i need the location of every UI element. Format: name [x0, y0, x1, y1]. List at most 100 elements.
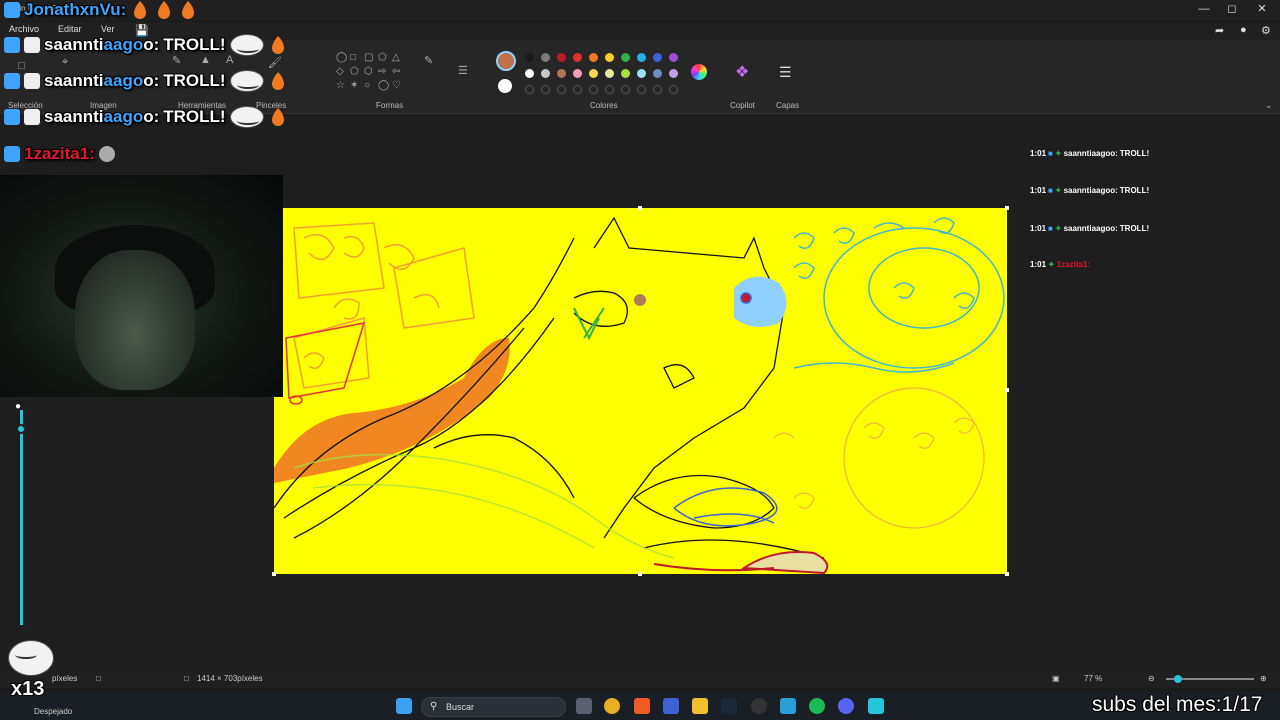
- shape-star-icon[interactable]: ☆: [336, 80, 345, 91]
- color-swatch[interactable]: [525, 53, 534, 62]
- resize-handle-r[interactable]: [1005, 388, 1009, 392]
- shape-triangle-icon[interactable]: △: [392, 52, 400, 63]
- chat-line: 1zazita1:: [4, 144, 115, 164]
- color-swatch[interactable]: [557, 53, 566, 62]
- empty-swatch[interactable]: [621, 85, 630, 94]
- windows-start-icon[interactable]: [396, 698, 412, 714]
- empty-swatch[interactable]: [605, 85, 614, 94]
- sub-badge-icon: [24, 109, 40, 125]
- share-icon[interactable]: ➦: [1215, 24, 1224, 37]
- empty-swatch[interactable]: [525, 85, 534, 94]
- taskbar-search[interactable]: ⚲ Buscar: [421, 697, 566, 717]
- empty-swatch[interactable]: [589, 85, 598, 94]
- copilot-icon[interactable]: ❖: [735, 62, 749, 82]
- zoom-out-icon[interactable]: ⊖: [1148, 674, 1155, 683]
- spotify-icon[interactable]: [809, 698, 825, 714]
- brave-icon[interactable]: [634, 698, 650, 714]
- brush-icon[interactable]: 🖌: [268, 56, 282, 69]
- empty-swatch[interactable]: [637, 85, 646, 94]
- shape-oval-icon[interactable]: ◯: [336, 52, 347, 63]
- app-icon[interactable]: [780, 698, 796, 714]
- chrome-icon[interactable]: [604, 698, 620, 714]
- shape-roundrect-icon[interactable]: ▢: [364, 52, 373, 63]
- secondary-color[interactable]: [498, 79, 512, 93]
- stroke-size-icon[interactable]: ☰: [458, 64, 468, 77]
- empty-swatch[interactable]: [541, 85, 550, 94]
- color-swatch[interactable]: [573, 69, 582, 78]
- sword-badge-icon: [4, 146, 20, 162]
- color-swatch[interactable]: [589, 69, 598, 78]
- side-chat-line: 1:01 ■ ✦ saanntiaagoo: TROLL!: [1030, 149, 1150, 158]
- empty-swatch[interactable]: [573, 85, 582, 94]
- crop-icon[interactable]: ⌖: [62, 56, 68, 69]
- fire-icon: [271, 72, 284, 90]
- resize-handle-t[interactable]: [638, 206, 642, 210]
- side-chat-panel: 1:01 ■ ✦ saanntiaagoo: TROLL! 1:01 ■ ✦ saannt…: [1027, 148, 1219, 276]
- chat-message: TROLL!: [163, 107, 226, 126]
- obs-icon[interactable]: [751, 698, 767, 714]
- status-bar: píxeles □ □ 1414 × 703píxeles ▣ 77 % ⊖ ⊕: [0, 670, 1280, 688]
- shape-diamond-icon[interactable]: ◇: [336, 66, 344, 77]
- empty-swatch[interactable]: [557, 85, 566, 94]
- shape-star6-icon[interactable]: ✶: [350, 80, 358, 91]
- shape-hexagon-icon[interactable]: ⬡: [364, 66, 373, 77]
- color-swatch[interactable]: [557, 69, 566, 78]
- color-swatch[interactable]: [605, 69, 614, 78]
- maximize-button[interactable]: ◻: [1222, 2, 1242, 16]
- color-swatch[interactable]: [653, 69, 662, 78]
- chevron-down-icon[interactable]: ⌄: [1265, 100, 1273, 111]
- shape-bubble-icon[interactable]: ◯: [378, 80, 389, 91]
- color-swatch[interactable]: [525, 69, 534, 78]
- shape-pentagon-icon[interactable]: ⬠: [350, 66, 359, 77]
- fire-icon: [134, 1, 147, 19]
- empty-swatch[interactable]: [653, 85, 662, 94]
- color-swatch[interactable]: [637, 53, 646, 62]
- zoom-slider-knob[interactable]: [1174, 675, 1182, 683]
- steam-icon[interactable]: [721, 698, 737, 714]
- color-swatch[interactable]: [541, 69, 550, 78]
- zoom-level[interactable]: 77 %: [1084, 674, 1102, 683]
- empty-swatch[interactable]: [669, 85, 678, 94]
- menu-archivo[interactable]: Archivo: [9, 24, 39, 34]
- store-icon[interactable]: [663, 698, 679, 714]
- file-explorer-icon[interactable]: [692, 698, 708, 714]
- edit-colors-icon[interactable]: [691, 64, 707, 80]
- outline-icon[interactable]: ✎: [424, 54, 433, 67]
- shape-callout-icon[interactable]: ○: [364, 80, 370, 91]
- discord-icon[interactable]: [838, 698, 854, 714]
- color-swatch[interactable]: [669, 69, 678, 78]
- close-button[interactable]: ✕: [1252, 2, 1272, 16]
- shape-rect-icon[interactable]: □: [350, 52, 356, 63]
- color-swatch[interactable]: [541, 53, 550, 62]
- account-icon[interactable]: ●: [1240, 24, 1247, 36]
- brush-size-slider[interactable]: [20, 410, 23, 625]
- drawing-canvas[interactable]: [274, 208, 1007, 574]
- resize-handle-bl[interactable]: [272, 572, 276, 576]
- fit-screen-icon[interactable]: ▣: [1052, 674, 1060, 683]
- color-swatch[interactable]: [621, 69, 630, 78]
- shape-poly-icon[interactable]: ⬠: [378, 52, 387, 63]
- task-view-icon[interactable]: [576, 698, 592, 714]
- color-swatch[interactable]: [669, 53, 678, 62]
- settings-gear-icon[interactable]: ⚙: [1261, 24, 1271, 37]
- resize-handle-br[interactable]: [1005, 572, 1009, 576]
- resize-handle-tr[interactable]: [1005, 206, 1009, 210]
- menu-ver[interactable]: Ver: [101, 24, 115, 34]
- color-swatch[interactable]: [637, 69, 646, 78]
- color-swatch[interactable]: [605, 53, 614, 62]
- primary-color[interactable]: [496, 51, 516, 71]
- minimize-button[interactable]: —: [1194, 2, 1214, 16]
- color-swatch[interactable]: [573, 53, 582, 62]
- color-swatch[interactable]: [653, 53, 662, 62]
- shape-arrow-left-icon[interactable]: ⇦: [392, 66, 400, 77]
- shape-arrow-right-icon[interactable]: ⇨: [378, 66, 386, 77]
- color-swatch[interactable]: [589, 53, 598, 62]
- zoom-in-icon[interactable]: ⊕: [1260, 674, 1267, 683]
- paint-icon[interactable]: [868, 698, 884, 714]
- shape-heart-icon[interactable]: ♡: [392, 80, 401, 91]
- color-swatch[interactable]: [621, 53, 630, 62]
- menu-editar[interactable]: Editar: [58, 24, 82, 34]
- resize-handle-b[interactable]: [638, 572, 642, 576]
- layers-icon[interactable]: ☰: [779, 64, 792, 81]
- brush-size-knob[interactable]: [16, 424, 26, 434]
